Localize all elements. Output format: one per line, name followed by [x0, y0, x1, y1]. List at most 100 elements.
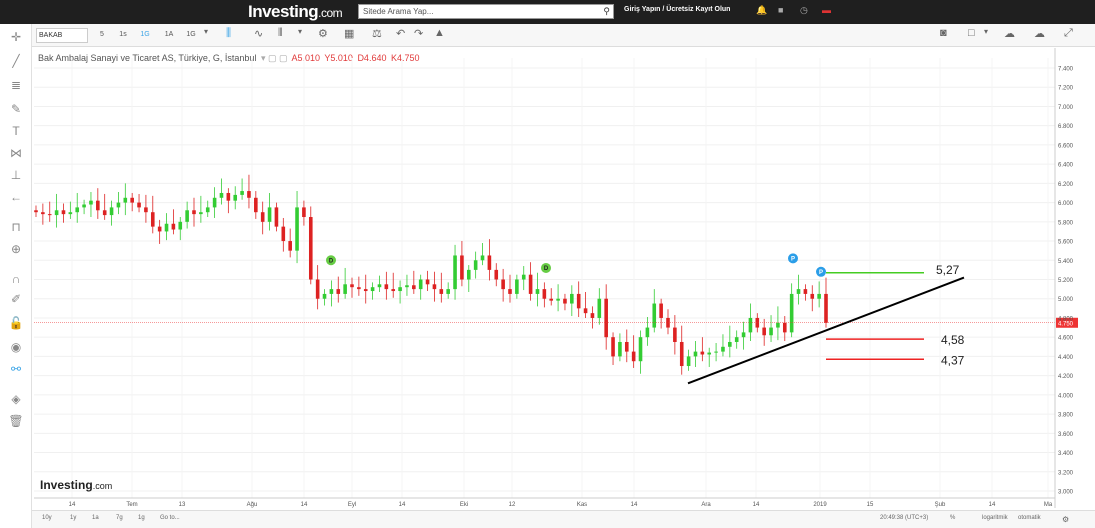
range-10y[interactable]: 10y [42, 515, 52, 521]
candle-body [624, 341, 629, 352]
candle-body [638, 337, 643, 362]
line-chart-icon[interactable]: ∿ [254, 27, 263, 40]
candle-body [109, 207, 114, 216]
fullscreen-icon[interactable]: ⤢ [1064, 27, 1073, 40]
alert-icon[interactable]: ▲ [434, 27, 445, 39]
candle-body [412, 285, 416, 290]
candle-body [357, 287, 361, 290]
y-tick-label: 4.000 [1058, 393, 1074, 399]
range-7g[interactable]: 7g [116, 515, 123, 521]
bars-icon[interactable]: ⫴ [278, 27, 283, 40]
zoom-icon[interactable]: ⊕ [8, 242, 24, 258]
candle-body [521, 274, 526, 280]
cloud-load-icon[interactable]: ☁ [1034, 27, 1045, 40]
candle-body [281, 226, 286, 242]
y-tick-label: 3.400 [1058, 451, 1074, 457]
stay-drawing-icon[interactable]: ✐ [8, 292, 24, 308]
candle-body [652, 303, 657, 328]
candle-body [274, 207, 279, 227]
layout-icon[interactable]: □ [968, 27, 975, 39]
candle-body [762, 327, 766, 336]
undo-icon[interactable]: ↶ [396, 27, 405, 40]
crosshair-icon[interactable]: ✛ [8, 30, 24, 46]
redo-icon[interactable]: ↷ [414, 27, 423, 40]
lock-icon[interactable]: 🔓 [8, 316, 24, 332]
interval-1g[interactable]: 1G [138, 28, 152, 43]
support-label: 4,37 [941, 353, 965, 367]
pattern-icon[interactable]: ⋈ [8, 146, 24, 162]
gear-icon[interactable]: ⚙ [318, 27, 328, 40]
candle-body [384, 284, 389, 290]
magnet-icon[interactable]: ∩ [8, 272, 24, 288]
x-tick-label: 14 [399, 502, 406, 508]
dropdown-icon[interactable]: ▾ [984, 27, 988, 36]
auto-toggle[interactable]: otomatik [1018, 515, 1041, 521]
range-1y[interactable]: 1y [70, 515, 76, 521]
open-value: A5.010 [291, 53, 321, 63]
candle-body [535, 289, 540, 294]
candle-body [34, 210, 38, 213]
low-value: D4.640 [357, 53, 387, 63]
layers-icon[interactable]: ◈ [8, 392, 24, 408]
camera-icon[interactable]: ◙ [940, 27, 947, 39]
candle-body [212, 197, 217, 208]
bell-icon[interactable]: 🔔 [756, 5, 767, 16]
candles-icon[interactable]: ⫼ [226, 27, 231, 40]
search-icon[interactable]: ⚲ [603, 6, 610, 17]
x-tick-label: Kas [577, 502, 587, 508]
y-tick-label: 6.200 [1058, 182, 1074, 188]
range-1g[interactable]: 1g [138, 515, 145, 521]
candle-body [741, 332, 746, 338]
compare-icon[interactable]: ⚖ [372, 27, 382, 40]
last-price-tag [1056, 317, 1078, 328]
text-tool-icon[interactable]: T [8, 124, 24, 140]
clock-icon[interactable]: ◷ [800, 5, 808, 16]
symbol-input[interactable]: BAKAB [36, 28, 88, 43]
measure-icon[interactable]: ⊥ [8, 168, 24, 184]
flag-icon[interactable]: ▬ [822, 5, 831, 15]
ruler-icon[interactable]: ⊓ [8, 220, 24, 236]
dropdown-icon[interactable]: ▾ [204, 27, 208, 36]
y-tick-label: 3.800 [1058, 413, 1074, 419]
dropdown-icon[interactable]: ▾ [298, 27, 302, 36]
goto-button[interactable]: Go to... [160, 515, 180, 521]
y-tick-label: 5.600 [1058, 240, 1074, 246]
search-input[interactable]: Sitede Arama Yap... ⚲ [358, 4, 614, 19]
percent-toggle[interactable]: % [950, 515, 955, 521]
indicators-icon[interactable]: ▦ [344, 27, 354, 40]
interval-1a[interactable]: 1A [162, 28, 176, 43]
y-tick-label: 4.600 [1058, 336, 1074, 342]
fibonacci-icon[interactable]: ≣ [8, 78, 24, 94]
cloud-save-icon[interactable]: ☁ [1004, 27, 1015, 40]
candle-body [54, 210, 59, 216]
candle-body [432, 284, 437, 290]
x-tick-label: 2019 [813, 502, 827, 508]
candle-body [171, 223, 176, 230]
event-marker [541, 262, 551, 273]
candle-body [144, 207, 148, 213]
y-tick-label: 6.800 [1058, 124, 1074, 130]
eye-icon[interactable]: ◉ [8, 340, 24, 356]
interval-1s[interactable]: 1s [116, 28, 130, 43]
brush-icon[interactable]: ✎ [8, 102, 24, 118]
interval-5[interactable]: 5 [96, 28, 108, 43]
range-1a[interactable]: 1a [92, 515, 99, 521]
back-arrow-icon[interactable]: ← [8, 190, 24, 206]
candle-body [178, 221, 183, 230]
briefcase-icon[interactable]: ■ [778, 5, 783, 15]
candle-body [563, 298, 567, 304]
investing-logo[interactable]: Investing.com [248, 2, 343, 22]
candle-body [494, 269, 499, 280]
y-tick-label: 6.400 [1058, 163, 1074, 169]
candle-body [47, 214, 52, 216]
candle-body [82, 204, 86, 208]
trendline-tool-icon[interactable]: ╱ [8, 54, 24, 70]
link-icon[interactable]: ⚯ [8, 362, 24, 378]
trash-icon[interactable]: 🗑 [8, 414, 24, 430]
gear-icon[interactable]: ⚙ [1062, 515, 1069, 524]
interval-custom[interactable]: 1G [184, 28, 198, 43]
candle-body [480, 255, 485, 261]
login-link[interactable]: Giriş Yapın / Ücretsiz Kayıt Olun [624, 6, 730, 13]
log-toggle[interactable]: logaritmik [982, 515, 1008, 521]
candle-body [425, 279, 430, 285]
